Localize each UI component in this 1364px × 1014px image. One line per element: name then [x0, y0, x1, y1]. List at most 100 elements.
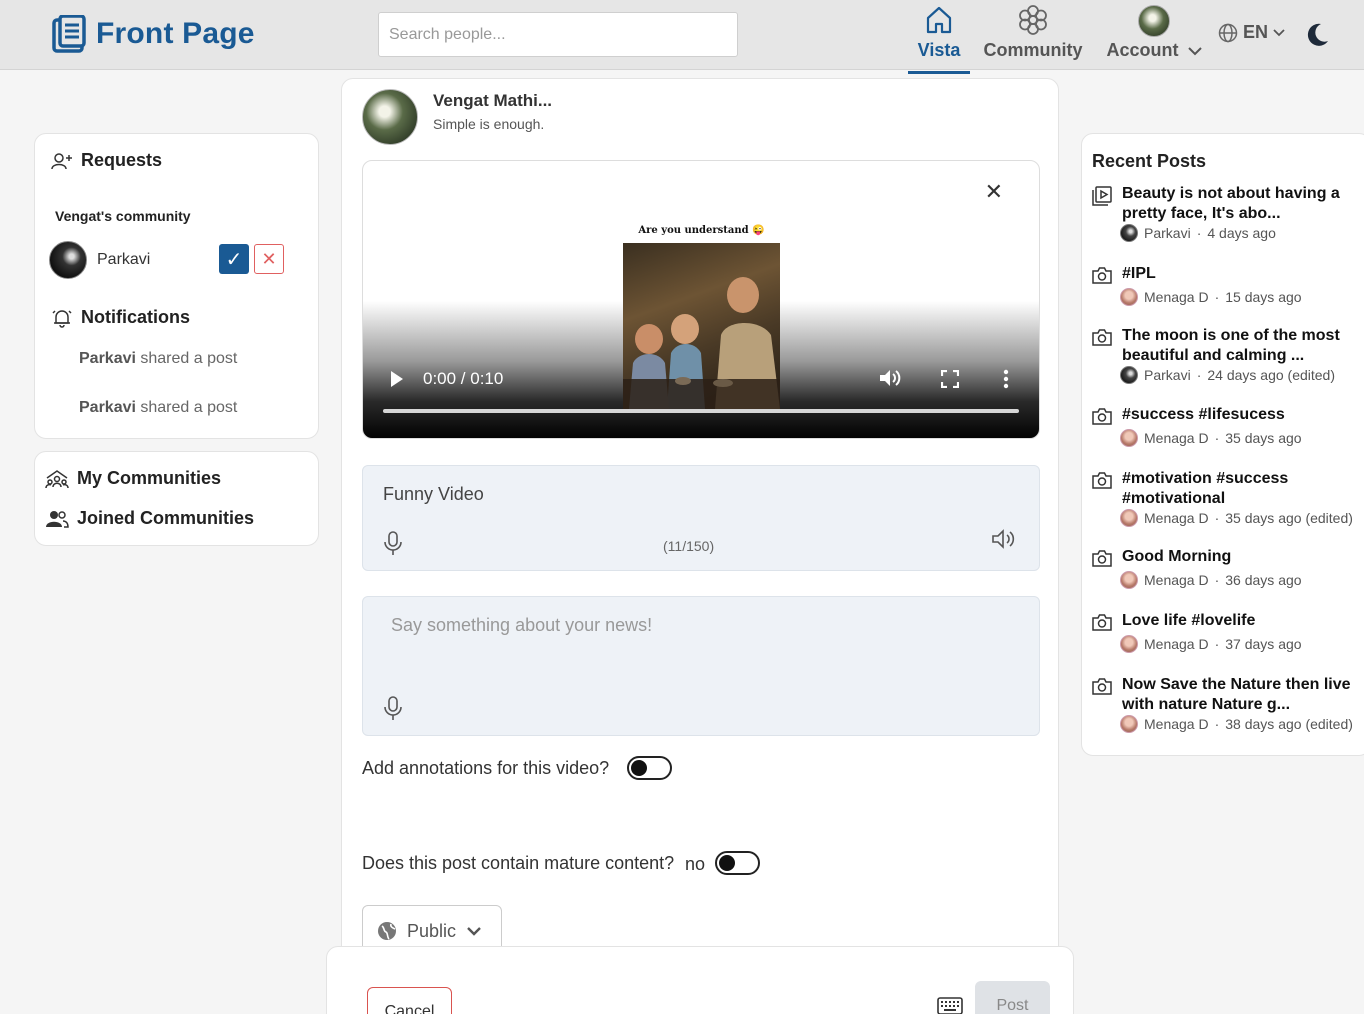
cancel-button[interactable]: Cancel	[367, 987, 452, 1014]
video-progress-bar[interactable]	[383, 409, 1019, 413]
title-field[interactable]: Funny Video (11/150)	[362, 465, 1040, 571]
my-communities-link[interactable]: My Communities	[45, 468, 221, 489]
post-author[interactable]: Menaga D	[1144, 636, 1209, 652]
post-button[interactable]: Post	[975, 981, 1050, 1014]
avatar	[1120, 224, 1138, 242]
language-selector[interactable]: EN	[1218, 22, 1285, 43]
accept-request-button[interactable]: ✓	[219, 244, 249, 274]
annotations-toggle[interactable]	[627, 756, 672, 780]
microphone-icon[interactable]	[383, 530, 403, 556]
language-label: EN	[1243, 22, 1269, 42]
add-user-icon	[51, 152, 72, 169]
avatar	[1120, 366, 1138, 384]
video-icon	[1092, 186, 1112, 211]
post-meta: Menaga D · 37 days ago	[1120, 635, 1302, 653]
remove-video-button[interactable]: ✕	[985, 179, 1003, 205]
requests-card: Requests Vengat's community Parkavi ✓ ✕ …	[34, 133, 319, 439]
camera-icon	[1092, 613, 1112, 636]
video-player[interactable]: Are you understand 😜 ✕ 0:00 / 0:10	[362, 160, 1040, 439]
video-controls: 0:00 / 0:10	[363, 361, 1039, 401]
post-author[interactable]: Menaga D	[1144, 572, 1209, 588]
dark-mode-icon[interactable]	[1304, 22, 1330, 48]
volume-icon[interactable]	[879, 368, 901, 388]
post-meta: Menaga D · 38 days ago (edited)	[1120, 715, 1353, 733]
privacy-label: Public	[407, 920, 457, 941]
speaker-icon[interactable]	[991, 528, 1015, 550]
recent-posts-title: Recent Posts	[1092, 151, 1207, 171]
requests-title: Requests	[81, 150, 163, 170]
more-options-icon[interactable]	[1003, 369, 1009, 389]
post-title[interactable]: Good Morning	[1122, 547, 1362, 567]
globe-icon	[1218, 23, 1238, 42]
post-title[interactable]: Beauty is not about having a pretty face…	[1122, 184, 1362, 224]
post-title[interactable]: Love life #lovelife	[1122, 611, 1362, 631]
mature-content-question: Does this post contain mature content?	[362, 853, 675, 873]
avatar[interactable]	[49, 241, 87, 279]
post-author[interactable]: Parkavi	[1144, 225, 1191, 241]
post-time: 36 days ago	[1225, 572, 1302, 588]
post-meta: Parkavi · 4 days ago	[1120, 224, 1276, 242]
separator: ·	[1214, 510, 1220, 526]
post-title[interactable]: #motivation #success #motivational	[1122, 469, 1362, 509]
flower-icon	[1019, 5, 1047, 35]
post-meta: Menaga D · 35 days ago (edited)	[1120, 509, 1353, 527]
video-time: 0:00 / 0:10	[423, 369, 504, 388]
post-author[interactable]: Menaga D	[1144, 716, 1209, 732]
notification-item[interactable]: Parkavi shared a post	[79, 399, 237, 417]
avatar[interactable]	[362, 89, 418, 145]
post-author[interactable]: Menaga D	[1144, 510, 1209, 526]
avatar	[1120, 635, 1138, 653]
mature-content-value: no	[685, 854, 706, 874]
microphone-icon[interactable]	[383, 695, 403, 721]
description-placeholder: Say something about your news!	[391, 615, 653, 635]
post-title[interactable]: The moon is one of the most beautiful an…	[1122, 326, 1362, 366]
joined-communities-link[interactable]: Joined Communities	[45, 508, 254, 529]
post-time: 4 days ago	[1207, 225, 1276, 241]
post-author[interactable]: Menaga D	[1144, 430, 1209, 446]
avatar	[1120, 429, 1138, 447]
nav-account[interactable]: Account	[1104, 0, 1204, 70]
play-icon[interactable]	[389, 369, 405, 389]
separator: ·	[1214, 572, 1220, 588]
community-name: Vengat's community	[55, 208, 191, 224]
notification-item[interactable]: Parkavi shared a post	[79, 350, 237, 368]
notifications-heading: Notifications	[51, 307, 190, 328]
request-user-name[interactable]: Parkavi	[97, 251, 150, 269]
search-input[interactable]	[378, 12, 738, 57]
annotations-question: Add annotations for this video?	[362, 758, 610, 778]
nav-vista[interactable]: Vista	[908, 0, 970, 74]
chevron-down-icon	[467, 927, 481, 936]
separator: ·	[1214, 716, 1220, 732]
description-field[interactable]: Say something about your news!	[362, 596, 1040, 736]
post-time: 35 days ago	[1225, 430, 1302, 446]
logo-icon	[52, 15, 86, 53]
post-author[interactable]: Parkavi	[1144, 367, 1191, 383]
reject-request-button[interactable]: ✕	[254, 244, 284, 274]
separator: ·	[1214, 289, 1220, 305]
fullscreen-icon[interactable]	[941, 370, 959, 388]
post-title[interactable]: #success #lifesucess	[1122, 405, 1362, 425]
post-composer: Vengat Mathi... Simple is enough. Are yo…	[341, 78, 1059, 1014]
logo[interactable]: Front Page	[52, 15, 255, 53]
post-title[interactable]: #IPL	[1122, 264, 1362, 284]
bell-icon	[52, 309, 72, 328]
author-status: Simple is enough.	[433, 116, 545, 132]
recent-posts-card: Recent Posts Beauty is not about having …	[1081, 133, 1364, 756]
post-time: 15 days ago	[1225, 289, 1302, 305]
mature-content-toggle[interactable]	[715, 851, 760, 875]
keyboard-icon[interactable]	[937, 997, 963, 1014]
post-meta: Menaga D · 35 days ago	[1120, 429, 1302, 447]
title-char-counter: (11/150)	[663, 538, 715, 554]
post-title[interactable]: Now Save the Nature then live with natur…	[1122, 675, 1362, 715]
camera-icon	[1092, 328, 1112, 351]
post-meta: Parkavi · 24 days ago (edited)	[1120, 366, 1335, 384]
avatar	[1120, 715, 1138, 733]
nav-community[interactable]: Community	[982, 0, 1084, 70]
nav-community-label: Community	[983, 40, 1083, 60]
close-icon: ✕	[261, 248, 277, 269]
chevron-down-icon	[1187, 47, 1202, 56]
communities-card: My Communities Joined Communities	[34, 451, 319, 546]
requests-heading: Requests	[51, 150, 162, 171]
globe-icon	[378, 922, 396, 940]
post-author[interactable]: Menaga D	[1144, 289, 1209, 305]
